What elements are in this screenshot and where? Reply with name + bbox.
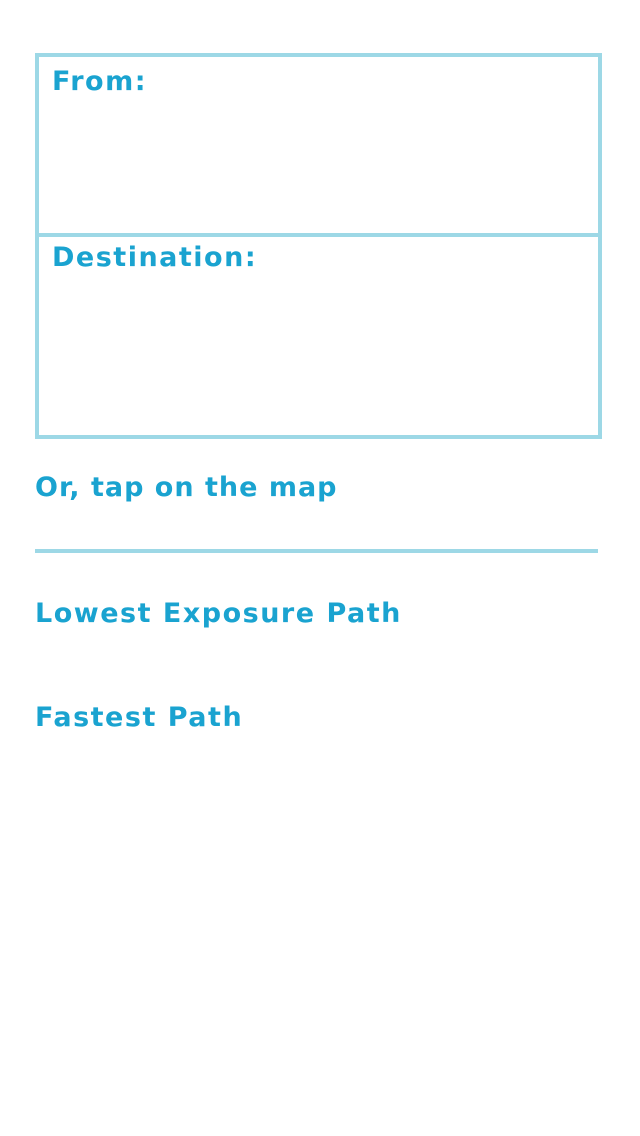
destination-label: Destination: bbox=[52, 242, 258, 273]
lowest-exposure-path-button[interactable]: Lowest Exposure Path bbox=[35, 596, 402, 632]
destination-field[interactable]: Destination: bbox=[39, 237, 598, 435]
route-input-box: From: Destination: bbox=[35, 53, 602, 439]
fastest-path-button[interactable]: Fastest Path bbox=[35, 700, 243, 736]
from-field[interactable]: From: bbox=[39, 57, 598, 233]
from-label: From: bbox=[52, 66, 148, 97]
section-divider bbox=[35, 549, 598, 553]
tap-map-hint: Or, tap on the map bbox=[35, 472, 338, 503]
